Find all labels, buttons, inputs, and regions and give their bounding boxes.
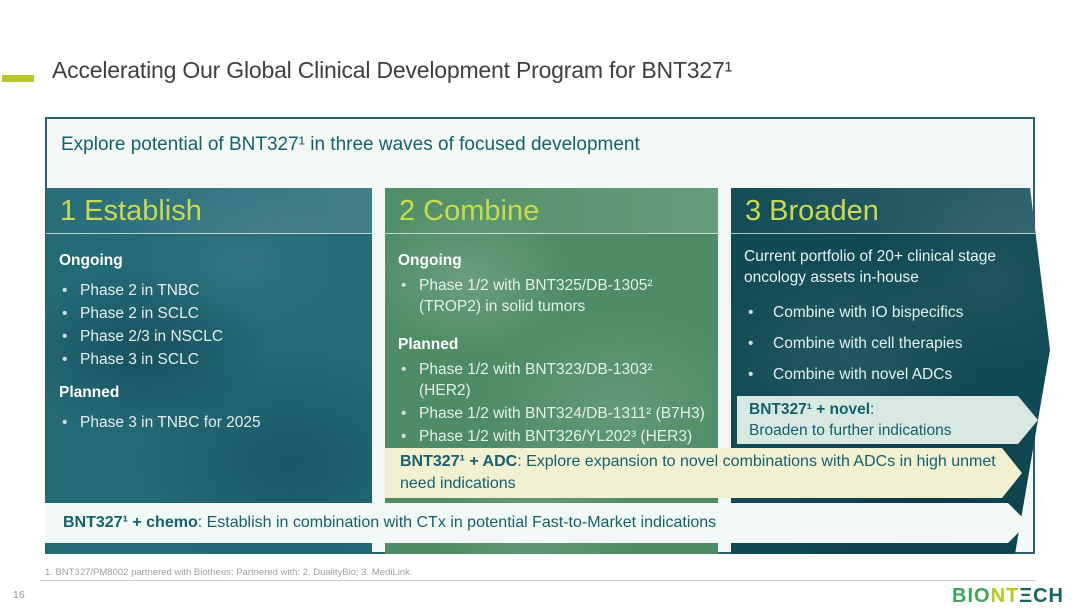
planned-list: Phase 3 in TNBC for 2025 [59,412,359,433]
footnote: 1. BNT327/PM8002 partnered with Biotheus… [45,567,413,578]
banner-novel-line2: Broaden to further indications [749,420,1038,441]
page-title: Accelerating Our Global Clinical Develop… [52,57,732,84]
list-item: Phase 2 in SCLC [59,303,359,324]
banner-chemo-rest: : Establish in combination with CTx in p… [198,514,716,531]
banner-chemo-bold: BNT327¹ + chemo [63,514,198,531]
broaden-list: Combine with IO bispecifics Combine with… [744,302,1038,385]
list-item: Phase 1/2 with BNT326/YL202³ (HER3) [398,426,705,447]
ongoing-list: Phase 1/2 with BNT325/DB-1305² (TROP2) i… [398,275,705,317]
column-establish: 1 Establish Ongoing Phase 2 in TNBC Phas… [46,188,372,554]
section-label-ongoing: Ongoing [398,250,705,271]
list-item: Phase 2/3 in NSCLC [59,326,359,347]
list-item: Combine with novel ADCs [744,364,1038,385]
column-combine: 2 Combine Ongoing Phase 1/2 with BNT325/… [385,188,718,554]
list-item: Combine with cell therapies [744,333,1038,354]
list-item: Phase 1/2 with BNT324/DB-1311² (B7H3) [398,403,705,424]
list-item: Phase 1/2 with BNT323/DB-1303² (HER2) [398,359,705,401]
banner-adc-text: BNT327¹ + ADC: Explore expansion to nove… [400,451,1000,495]
list-item: Phase 1/2 with BNT325/DB-1305² (TROP2) i… [398,275,705,317]
banner-novel-bold: BNT327¹ + novel [749,401,870,418]
banner-chemo: BNT327¹ + chemo: Establish in combinatio… [45,503,1028,543]
logo-part-bio: BIO [952,585,991,607]
section-label-planned: Planned [59,382,359,403]
banner-novel-line1: BNT327¹ + novel: [749,399,1038,420]
banner-adc-bold: BNT327¹ + ADC [400,453,517,470]
biontech-logo: BIONTΞCH [952,585,1064,608]
page-number: 16 [13,589,25,601]
list-item: Combine with IO bispecifics [744,302,1038,323]
list-item: Phase 3 in TNBC for 2025 [59,412,359,433]
list-item: Phase 3 in SCLC [59,349,359,370]
banner-novel-colon: : [870,401,874,418]
banner-chemo-text: BNT327¹ + chemo: Establish in combinatio… [63,514,1028,532]
column-broaden-body: Current portfolio of 20+ clinical stage … [731,234,1051,385]
panel-heading: Explore potential of BNT327¹ in three wa… [61,134,640,156]
column-establish-header: 1 Establish [46,188,372,234]
logo-part-ech: ΞCH [1019,585,1064,607]
section-label-planned: Planned [398,334,705,355]
footer-divider [40,580,1036,581]
banner-adc: BNT327¹ + ADC: Explore expansion to nove… [385,448,1022,498]
broaden-intro: Current portfolio of 20+ clinical stage … [744,246,1034,288]
title-accent-dash [2,75,34,82]
logo-part-nt: NT [991,585,1020,607]
section-label-ongoing: Ongoing [59,250,359,271]
column-combine-header: 2 Combine [385,188,718,234]
column-broaden-header: 3 Broaden [731,188,1051,234]
slide: Accelerating Our Global Clinical Develop… [0,0,1080,614]
ongoing-list: Phase 2 in TNBC Phase 2 in SCLC Phase 2/… [59,280,359,370]
banner-novel: BNT327¹ + novel: Broaden to further indi… [737,396,1038,444]
column-broaden: 3 Broaden Current portfolio of 20+ clini… [731,188,1051,554]
column-establish-body: Ongoing Phase 2 in TNBC Phase 2 in SCLC … [46,234,372,433]
list-item: Phase 2 in TNBC [59,280,359,301]
